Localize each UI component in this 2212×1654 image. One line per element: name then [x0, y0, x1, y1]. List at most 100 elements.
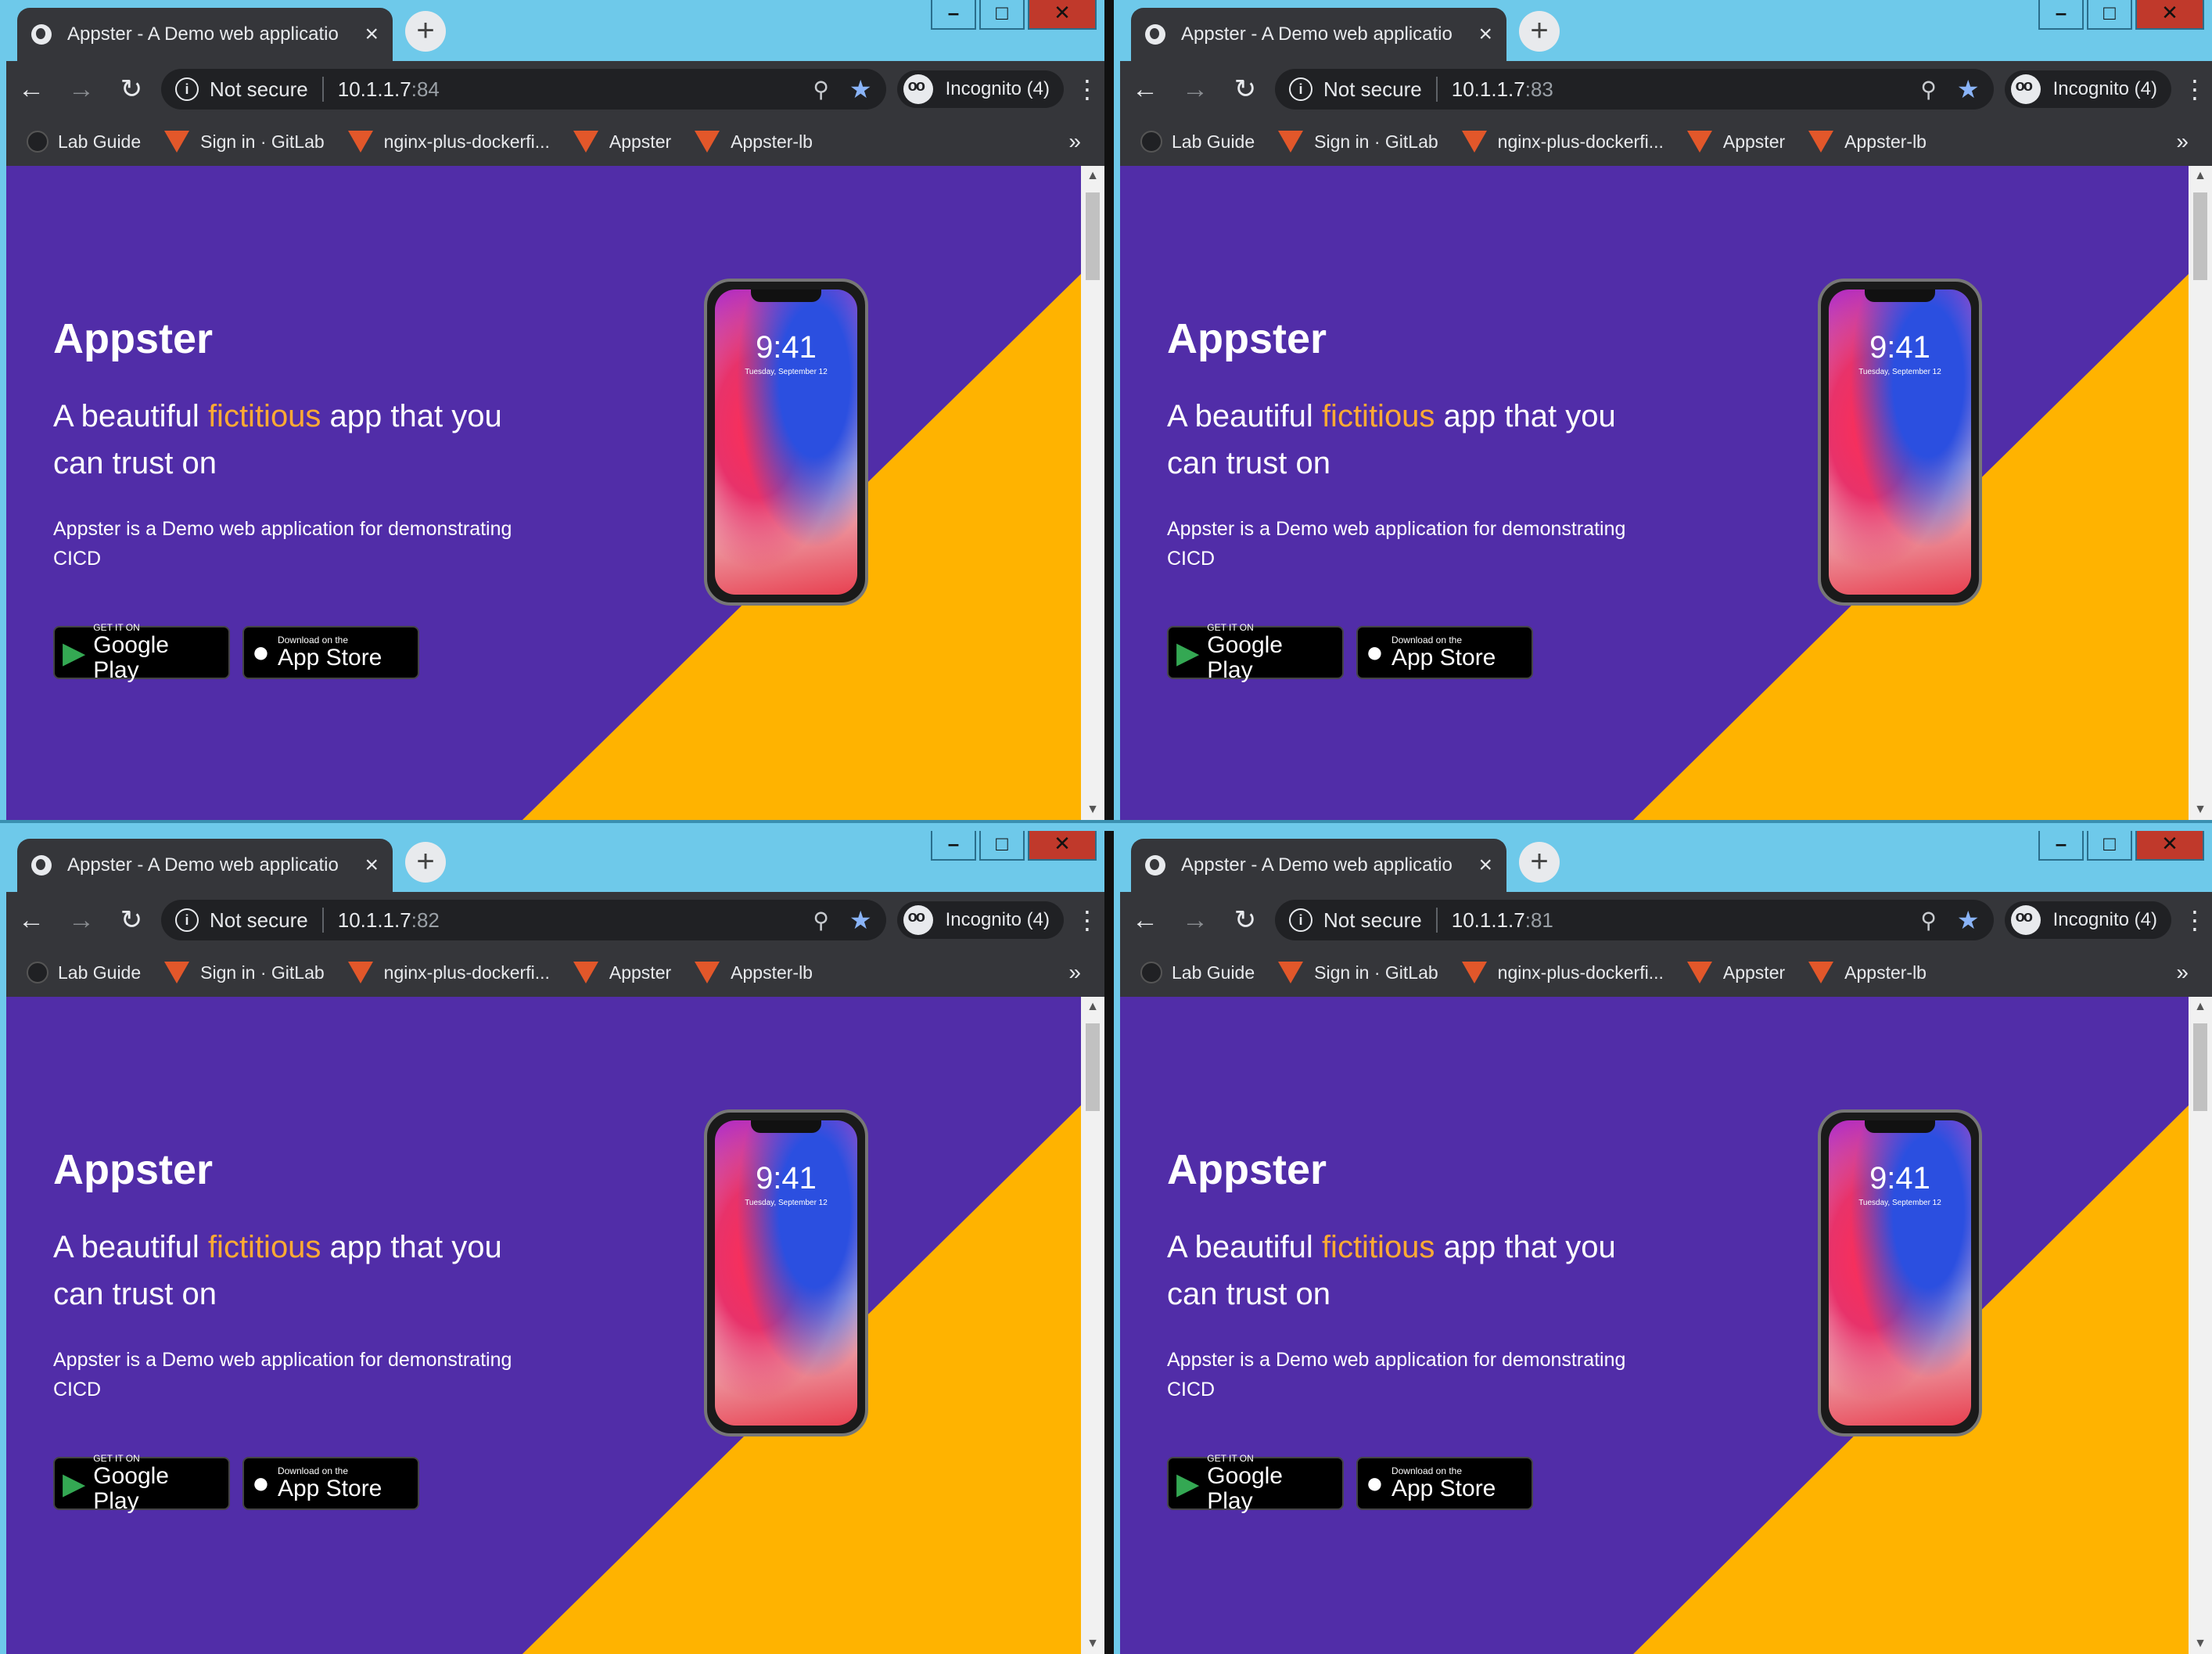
menu-kebab-icon[interactable]: ⋮: [2178, 905, 2212, 935]
forward-arrow-icon[interactable]: →: [1170, 905, 1220, 936]
info-icon[interactable]: i: [1289, 77, 1312, 101]
forward-arrow-icon[interactable]: →: [1170, 74, 1220, 105]
close-window-button[interactable]: ✕: [2135, 0, 2204, 30]
bookmark-lab-guide[interactable]: Lab Guide: [27, 131, 141, 153]
incognito-badge[interactable]: Incognito (4): [896, 901, 1064, 939]
scroll-down-icon[interactable]: ▼: [1081, 803, 1104, 817]
bookmark-nginx-plus[interactable]: nginx-plus-dockerfi...: [1461, 962, 1664, 983]
menu-kebab-icon[interactable]: ⋮: [1070, 905, 1104, 935]
bookmark-gitlab-signin[interactable]: Sign in · GitLab: [164, 962, 325, 983]
bookmark-appster-lb[interactable]: Appster-lb: [1808, 131, 1927, 153]
bookmark-appster[interactable]: Appster: [1686, 131, 1785, 153]
google-play-button[interactable]: ▶ GET IT ON Google Play: [1167, 1453, 1344, 1514]
scrollbar-thumb[interactable]: [1086, 192, 1100, 280]
new-tab-button[interactable]: +: [405, 11, 446, 52]
bookmarks-overflow-icon[interactable]: »: [1068, 960, 1081, 985]
bookmark-nginx-plus[interactable]: nginx-plus-dockerfi...: [347, 962, 550, 983]
back-arrow-icon[interactable]: ←: [6, 74, 56, 105]
scroll-up-icon[interactable]: ▲: [1081, 1000, 1104, 1014]
bookmark-nginx-plus[interactable]: nginx-plus-dockerfi...: [1461, 131, 1664, 153]
scroll-up-icon[interactable]: ▲: [1081, 169, 1104, 183]
bookmark-appster-lb[interactable]: Appster-lb: [695, 131, 813, 153]
bookmark-nginx-plus[interactable]: nginx-plus-dockerfi...: [347, 131, 550, 153]
forward-arrow-icon[interactable]: →: [56, 905, 106, 936]
bookmark-star-icon[interactable]: ★: [849, 74, 872, 104]
bookmark-lab-guide[interactable]: Lab Guide: [1140, 131, 1255, 153]
bookmark-lab-guide[interactable]: Lab Guide: [1140, 962, 1255, 983]
address-bar[interactable]: i Not secure 10.1.1.7:82 ⚲ ★: [161, 900, 886, 940]
bookmark-gitlab-signin[interactable]: Sign in · GitLab: [1278, 962, 1438, 983]
maximize-button[interactable]: □: [2087, 0, 2132, 30]
reload-icon[interactable]: ↻: [1220, 904, 1270, 936]
google-play-button[interactable]: ▶ GET IT ON Google Play: [53, 622, 230, 683]
bookmark-gitlab-signin[interactable]: Sign in · GitLab: [1278, 131, 1438, 153]
bookmark-appster[interactable]: Appster: [1686, 962, 1785, 983]
bookmarks-overflow-icon[interactable]: »: [1068, 129, 1081, 154]
menu-kebab-icon[interactable]: ⋮: [1070, 74, 1104, 104]
maximize-button[interactable]: □: [979, 0, 1025, 30]
back-arrow-icon[interactable]: ←: [1120, 905, 1170, 936]
close-window-button[interactable]: ✕: [2135, 831, 2204, 861]
scroll-up-icon[interactable]: ▲: [2189, 1000, 2212, 1014]
maximize-button[interactable]: □: [2087, 831, 2132, 861]
page-scrollbar[interactable]: ▲ ▼: [2189, 166, 2212, 820]
browser-tab[interactable]: Appster - A Demo web applicatio ×: [17, 839, 393, 892]
scrollbar-thumb[interactable]: [1086, 1023, 1100, 1111]
page-scrollbar[interactable]: ▲ ▼: [2189, 997, 2212, 1654]
page-scrollbar[interactable]: ▲ ▼: [1081, 997, 1104, 1654]
browser-tab[interactable]: Appster - A Demo web applicatio ×: [1131, 8, 1506, 61]
scroll-down-icon[interactable]: ▼: [2189, 1637, 2212, 1651]
browser-tab[interactable]: Appster - A Demo web applicatio ×: [17, 8, 393, 61]
close-window-button[interactable]: ✕: [1028, 831, 1097, 861]
bookmarks-overflow-icon[interactable]: »: [2176, 129, 2189, 154]
bookmark-star-icon[interactable]: ★: [1957, 74, 1980, 104]
tab-close-icon[interactable]: ×: [364, 852, 379, 879]
bookmark-appster[interactable]: Appster: [573, 131, 671, 153]
app-store-button[interactable]: ● Download on the App Store: [242, 626, 419, 679]
page-scrollbar[interactable]: ▲ ▼: [1081, 166, 1104, 820]
new-tab-button[interactable]: +: [1519, 842, 1560, 883]
scrollbar-thumb[interactable]: [2193, 192, 2207, 280]
bookmark-star-icon[interactable]: ★: [1957, 905, 1980, 935]
maximize-button[interactable]: □: [979, 831, 1025, 861]
zoom-icon[interactable]: ⚲: [1920, 908, 1937, 933]
bookmark-appster-lb[interactable]: Appster-lb: [695, 962, 813, 983]
reload-icon[interactable]: ↻: [106, 74, 156, 105]
info-icon[interactable]: i: [175, 908, 199, 932]
bookmark-gitlab-signin[interactable]: Sign in · GitLab: [164, 131, 325, 153]
back-arrow-icon[interactable]: ←: [1120, 74, 1170, 105]
close-window-button[interactable]: ✕: [1028, 0, 1097, 30]
forward-arrow-icon[interactable]: →: [56, 74, 106, 105]
reload-icon[interactable]: ↻: [106, 904, 156, 936]
bookmarks-overflow-icon[interactable]: »: [2176, 960, 2189, 985]
app-store-button[interactable]: ● Download on the App Store: [242, 1457, 419, 1510]
google-play-button[interactable]: ▶ GET IT ON Google Play: [53, 1453, 230, 1514]
scrollbar-thumb[interactable]: [2193, 1023, 2207, 1111]
menu-kebab-icon[interactable]: ⋮: [2178, 74, 2212, 104]
scroll-down-icon[interactable]: ▼: [2189, 803, 2212, 817]
bookmark-appster[interactable]: Appster: [573, 962, 671, 983]
tab-close-icon[interactable]: ×: [1478, 21, 1492, 48]
minimize-button[interactable]: –: [931, 831, 976, 861]
new-tab-button[interactable]: +: [405, 842, 446, 883]
scroll-down-icon[interactable]: ▼: [1081, 1637, 1104, 1651]
back-arrow-icon[interactable]: ←: [6, 905, 56, 936]
minimize-button[interactable]: –: [2038, 0, 2084, 30]
address-bar[interactable]: i Not secure 10.1.1.7:84 ⚲ ★: [161, 69, 886, 110]
minimize-button[interactable]: –: [2038, 831, 2084, 861]
bookmark-appster-lb[interactable]: Appster-lb: [1808, 962, 1927, 983]
address-bar[interactable]: i Not secure 10.1.1.7:81 ⚲ ★: [1275, 900, 1994, 940]
info-icon[interactable]: i: [175, 77, 199, 101]
tab-close-icon[interactable]: ×: [364, 21, 379, 48]
address-bar[interactable]: i Not secure 10.1.1.7:83 ⚲ ★: [1275, 69, 1994, 110]
app-store-button[interactable]: ● Download on the App Store: [1356, 1457, 1533, 1510]
info-icon[interactable]: i: [1289, 908, 1312, 932]
incognito-badge[interactable]: Incognito (4): [2004, 901, 2171, 939]
zoom-icon[interactable]: ⚲: [813, 77, 829, 102]
reload-icon[interactable]: ↻: [1220, 74, 1270, 105]
tab-close-icon[interactable]: ×: [1478, 852, 1492, 879]
scroll-up-icon[interactable]: ▲: [2189, 169, 2212, 183]
browser-tab[interactable]: Appster - A Demo web applicatio ×: [1131, 839, 1506, 892]
incognito-badge[interactable]: Incognito (4): [2004, 70, 2171, 108]
minimize-button[interactable]: –: [931, 0, 976, 30]
